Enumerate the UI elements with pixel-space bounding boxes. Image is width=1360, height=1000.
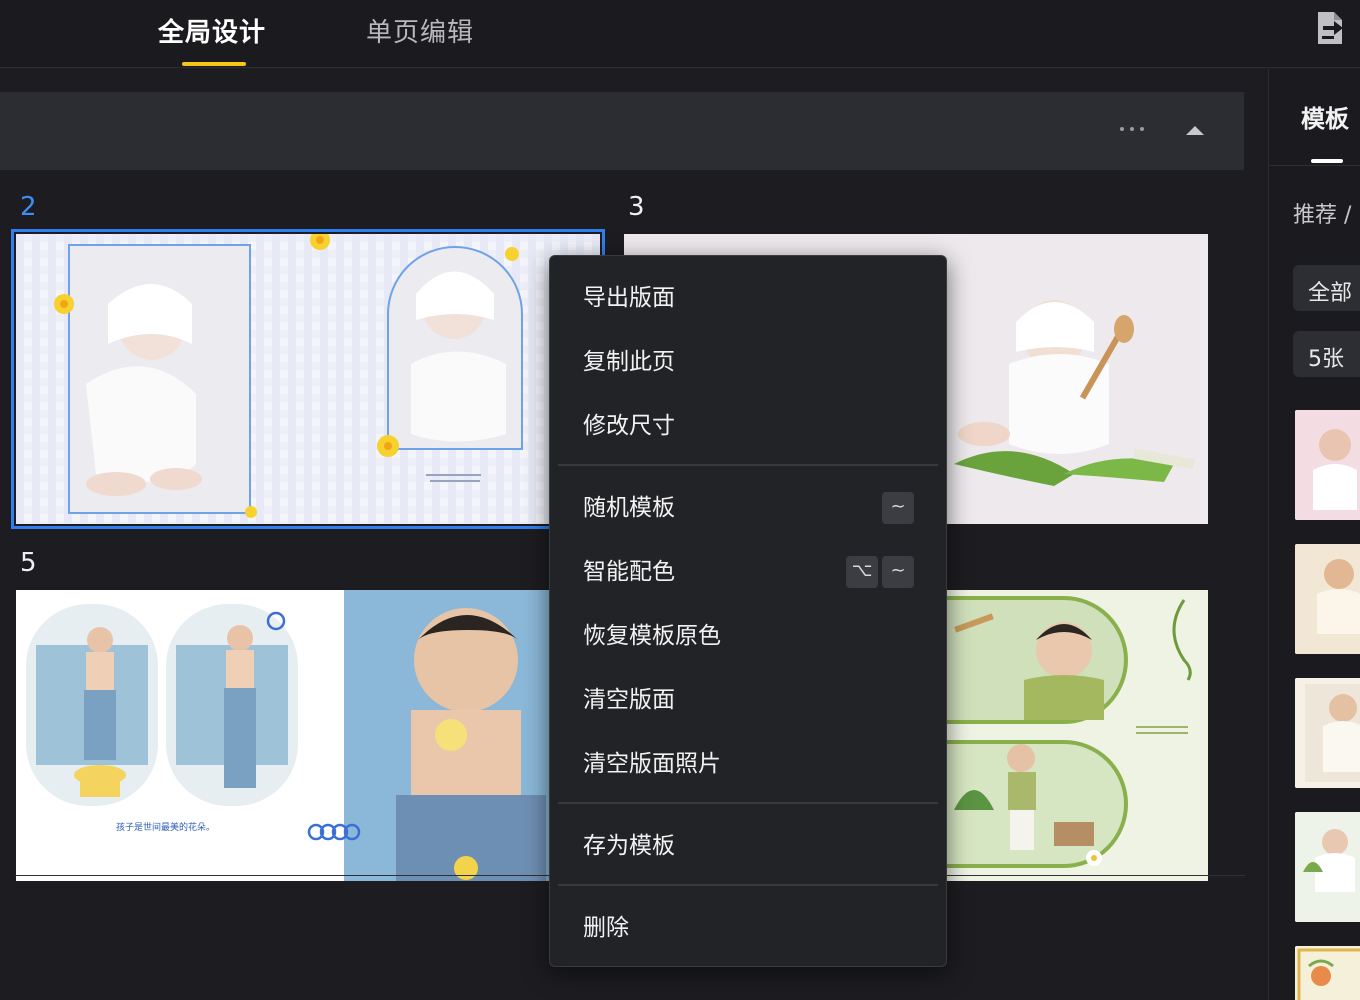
template-thumbnail[interactable] <box>1295 544 1360 654</box>
menu-item-label: 修改尺寸 <box>583 413 675 439</box>
template-thumbnail[interactable] <box>1295 946 1360 1000</box>
menu-separator <box>558 802 938 804</box>
menu-item-clear-photos[interactable]: 清空版面照片 <box>550 738 946 790</box>
page-5-caption: 孩子是世间最美的花朵。 <box>116 821 215 833</box>
menu-separator <box>558 464 938 466</box>
top-bar: 全局设计 单页编辑 <box>0 0 1360 68</box>
menu-item-label: 删除 <box>583 915 629 941</box>
export-icon[interactable] <box>1312 8 1348 48</box>
menu-item-smart-color[interactable]: 智能配色 ⌥ ~ <box>550 546 946 598</box>
menu-item-save-as-template[interactable]: 存为模板 <box>550 820 946 872</box>
page-number: 2 <box>20 192 37 222</box>
menu-item-restore-colors[interactable]: 恢复模板原色 <box>550 610 946 662</box>
menu-item-label: 复制此页 <box>583 349 675 375</box>
collapse-up-icon[interactable] <box>1186 126 1204 135</box>
page-number: 5 <box>20 548 37 578</box>
tab-global-design[interactable]: 全局设计 <box>158 12 266 49</box>
menu-item-export-layout[interactable]: 导出版面 <box>550 272 946 324</box>
tab-templates[interactable]: 模板 <box>1301 99 1349 134</box>
breadcrumb[interactable]: 推荐 / <box>1293 197 1351 229</box>
page-card-5[interactable]: 孩子是世间最美的花朵。 <box>16 590 600 881</box>
menu-item-label: 恢复模板原色 <box>583 623 721 649</box>
shortcut-key-option: ⌥ <box>846 556 878 588</box>
menu-item-label: 清空版面 <box>583 687 675 713</box>
active-tab-indicator <box>182 62 246 66</box>
section-header <box>0 92 1244 170</box>
menu-item-delete[interactable]: 删除 <box>550 902 946 954</box>
menu-item-label: 导出版面 <box>583 285 675 311</box>
menu-item-resize[interactable]: 修改尺寸 <box>550 400 946 452</box>
filter-count-chip[interactable]: 5张 <box>1293 331 1360 377</box>
shortcut-key-tilde: ~ <box>882 492 914 524</box>
context-menu: 导出版面 复制此页 修改尺寸 随机模板 ~ 智能配色 ⌥ ~ 恢复模板原色 清空… <box>549 255 947 967</box>
menu-item-label: 清空版面照片 <box>583 751 721 777</box>
shortcut-key-tilde: ~ <box>882 556 914 588</box>
page-card-2[interactable] <box>11 229 605 529</box>
menu-item-clear-layout[interactable]: 清空版面 <box>550 674 946 726</box>
menu-separator <box>558 884 938 886</box>
more-icon[interactable] <box>1118 122 1148 138</box>
divider <box>1269 165 1360 166</box>
page-number: 3 <box>628 192 645 222</box>
menu-item-duplicate-page[interactable]: 复制此页 <box>550 336 946 388</box>
menu-item-label: 智能配色 <box>583 559 675 585</box>
menu-item-label: 存为模板 <box>583 833 675 859</box>
tab-page-edit[interactable]: 单页编辑 <box>366 12 474 49</box>
template-thumbnail[interactable] <box>1295 678 1360 788</box>
active-tab-indicator <box>1311 159 1343 163</box>
page-2-layout <box>16 234 600 524</box>
menu-item-random-template[interactable]: 随机模板 ~ <box>550 482 946 534</box>
page-5-layout: 孩子是世间最美的花朵。 <box>16 590 600 881</box>
template-thumbnail[interactable] <box>1295 410 1360 520</box>
right-panel: 模板 推荐 / 全部 5张 <box>1268 69 1360 1000</box>
template-thumbnail[interactable] <box>1295 812 1360 922</box>
filter-all-chip[interactable]: 全部 <box>1293 265 1360 311</box>
menu-item-label: 随机模板 <box>583 495 675 521</box>
